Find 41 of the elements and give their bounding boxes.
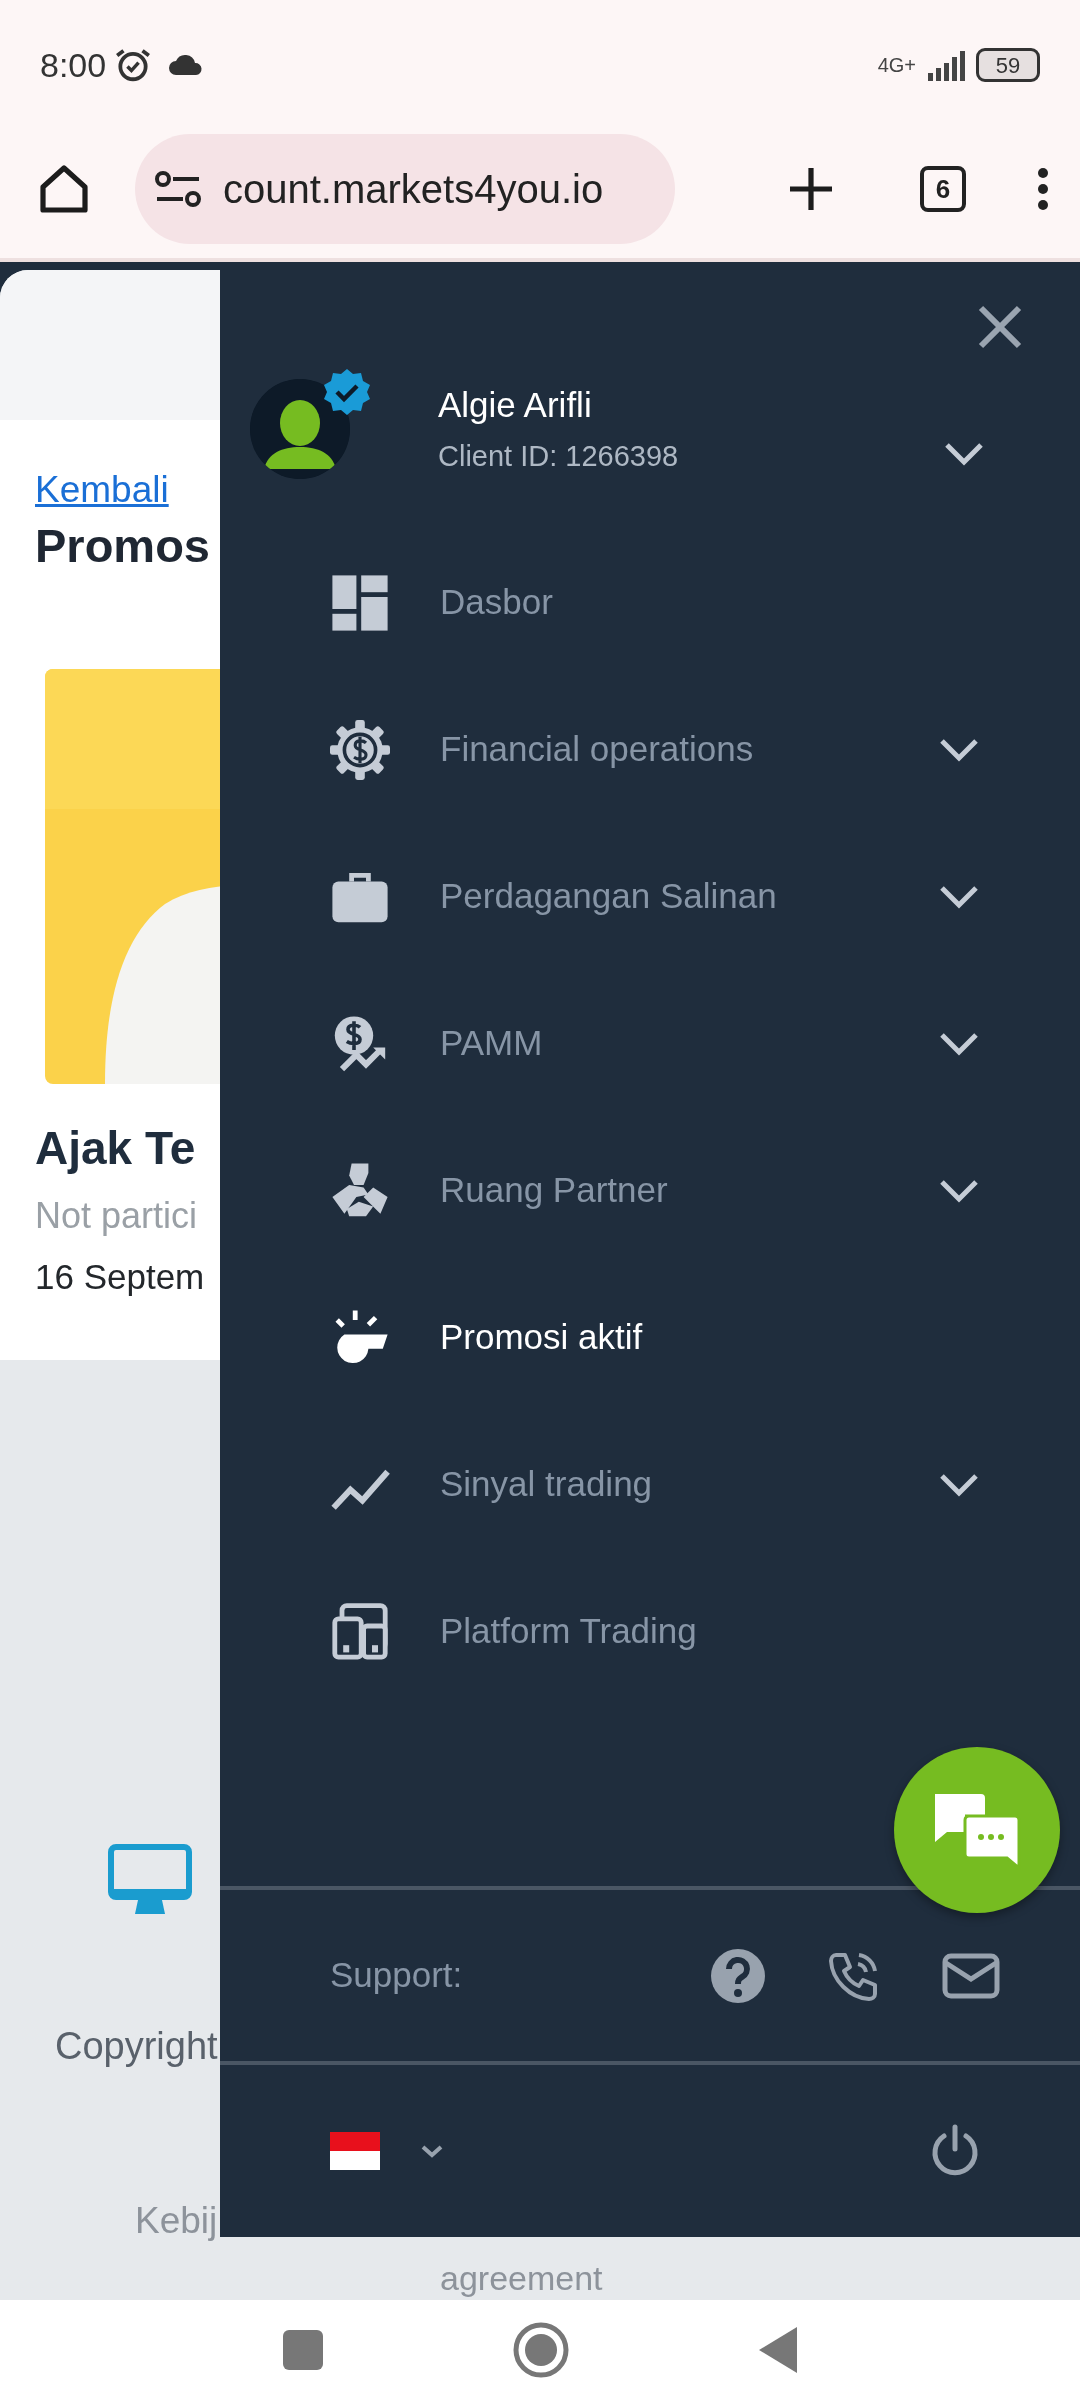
client-id: Client ID: 1266398 [438, 439, 680, 474]
menu-item[interactable]: Promosi aktif [220, 1264, 1080, 1411]
menu-item[interactable]: Perdagangan Salinan [220, 823, 1080, 970]
menu-icon[interactable] [1036, 166, 1050, 212]
menu-item[interactable]: Financial operations [220, 676, 1080, 823]
home-button[interactable] [38, 164, 90, 214]
caret-icon [420, 2144, 444, 2158]
mail-icon[interactable] [942, 1952, 1000, 1999]
new-tab-button[interactable] [788, 166, 834, 212]
copyright-text: Copyright [55, 2024, 218, 2069]
battery-indicator: 59 [976, 48, 1040, 82]
grid-icon [330, 572, 390, 633]
chevron-down-icon[interactable] [943, 440, 985, 467]
menu-item[interactable]: Sinyal trading [220, 1411, 1080, 1558]
menu-item[interactable]: PAMM [220, 970, 1080, 1117]
menu-item[interactable]: Platform Trading [220, 1558, 1080, 1705]
promo-status: Not partici [35, 1193, 198, 1238]
devices-icon [330, 1601, 390, 1662]
policy-link[interactable]: Kebij [135, 2193, 218, 2249]
support-label: Support: [330, 1954, 464, 1997]
promo-date: 16 Septem [35, 1255, 205, 1298]
home-nav-button[interactable] [513, 2322, 569, 2378]
user-name: Algie Arifli [438, 383, 593, 426]
back-link[interactable]: Kembali [35, 469, 169, 510]
language-selector[interactable] [330, 2132, 444, 2170]
site-settings-icon[interactable] [155, 169, 201, 209]
clock-time: 8:00 [40, 44, 107, 86]
back-button[interactable] [759, 2327, 797, 2373]
page-title: Promos [35, 517, 210, 574]
address-bar[interactable]: count.markets4you.io [135, 134, 675, 244]
promo-title: Ajak Te [35, 1120, 196, 1176]
tab-switcher[interactable]: 6 [920, 166, 966, 212]
power-button[interactable] [930, 2124, 980, 2178]
network-type: 4G+ [877, 55, 916, 75]
agreement-link[interactable]: agreement [440, 2258, 603, 2298]
gear-dollar-icon [330, 719, 390, 780]
help-icon[interactable] [710, 1947, 766, 2004]
flag-icon [330, 2132, 380, 2170]
menu-item[interactable]: Dasbor [220, 529, 1080, 676]
menu-item[interactable]: Ruang Partner [220, 1117, 1080, 1264]
alarm-icon [114, 46, 153, 84]
